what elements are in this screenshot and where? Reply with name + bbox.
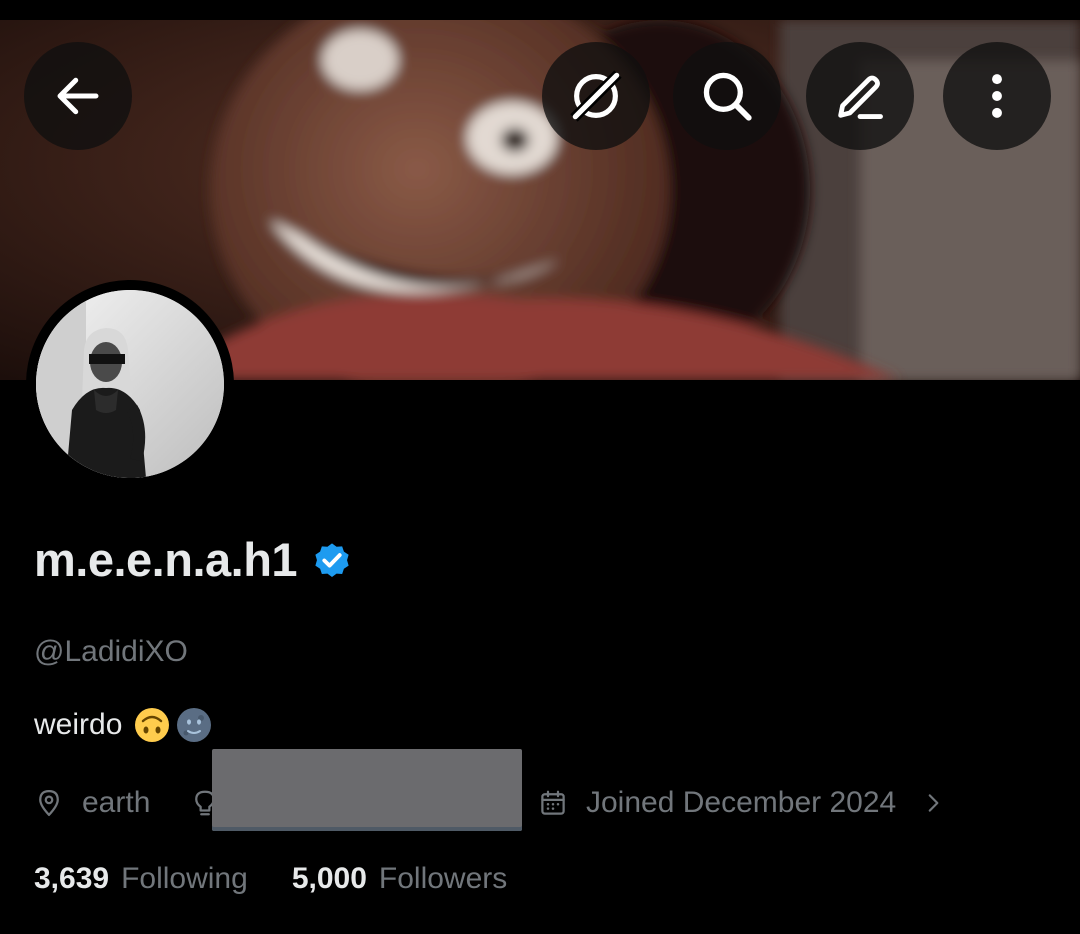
avatar[interactable] (36, 290, 224, 478)
joined-date-item[interactable]: Joined December 2024 (538, 780, 944, 826)
location-text: earth (82, 786, 151, 819)
display-name-row: m.e.e.n.a.h1 (34, 528, 353, 592)
following-stat[interactable]: 3,639 Following (34, 862, 248, 896)
profile-handle: @LadidiXO (34, 635, 188, 668)
profile-meta-row: earth Joined December 2024 (34, 780, 1054, 826)
search-button[interactable] (673, 42, 781, 150)
chevron-right-icon (922, 790, 944, 816)
more-vertical-icon (992, 74, 1002, 118)
new-moon-face-emoji-icon (176, 707, 212, 743)
more-options-button[interactable] (943, 42, 1051, 150)
edit-button[interactable] (806, 42, 914, 150)
search-icon (703, 72, 752, 121)
arrow-left-icon (57, 77, 99, 115)
grok-button[interactable] (542, 42, 650, 150)
calendar-icon (538, 788, 568, 818)
verified-badge-icon[interactable] (311, 539, 353, 581)
avatar-photo (36, 290, 224, 478)
follow-stats-row: 3,639 Following 5,000 Followers (34, 856, 507, 902)
status-bar (0, 0, 1080, 20)
bio-text: weirdo (34, 708, 123, 741)
grok-icon (570, 70, 622, 122)
profile-bio: weirdo (34, 704, 212, 746)
back-button[interactable] (24, 42, 132, 150)
followers-label: Followers (378, 862, 508, 895)
verified-badge-shape (315, 543, 349, 577)
profile-page: m.e.e.n.a.h1 @LadidiXO weirdo earth Join… (0, 0, 1080, 934)
upside-down-face-shape (135, 708, 170, 742)
location-item: earth (34, 780, 150, 826)
avatar-ring (26, 280, 234, 488)
upside-down-face-emoji-icon (134, 707, 170, 743)
following-count: 3,639 (34, 862, 110, 895)
joined-date-text: Joined December 2024 (586, 786, 897, 819)
display-name: m.e.e.n.a.h1 (34, 533, 298, 586)
followers-stat[interactable]: 5,000 Followers (292, 862, 507, 896)
following-label: Following (121, 862, 248, 895)
pencil-icon (838, 75, 883, 119)
followers-count: 5,000 (291, 862, 367, 895)
redaction-overlay (212, 749, 522, 831)
location-pin-icon (34, 788, 64, 818)
new-moon-face-shape (177, 708, 212, 742)
